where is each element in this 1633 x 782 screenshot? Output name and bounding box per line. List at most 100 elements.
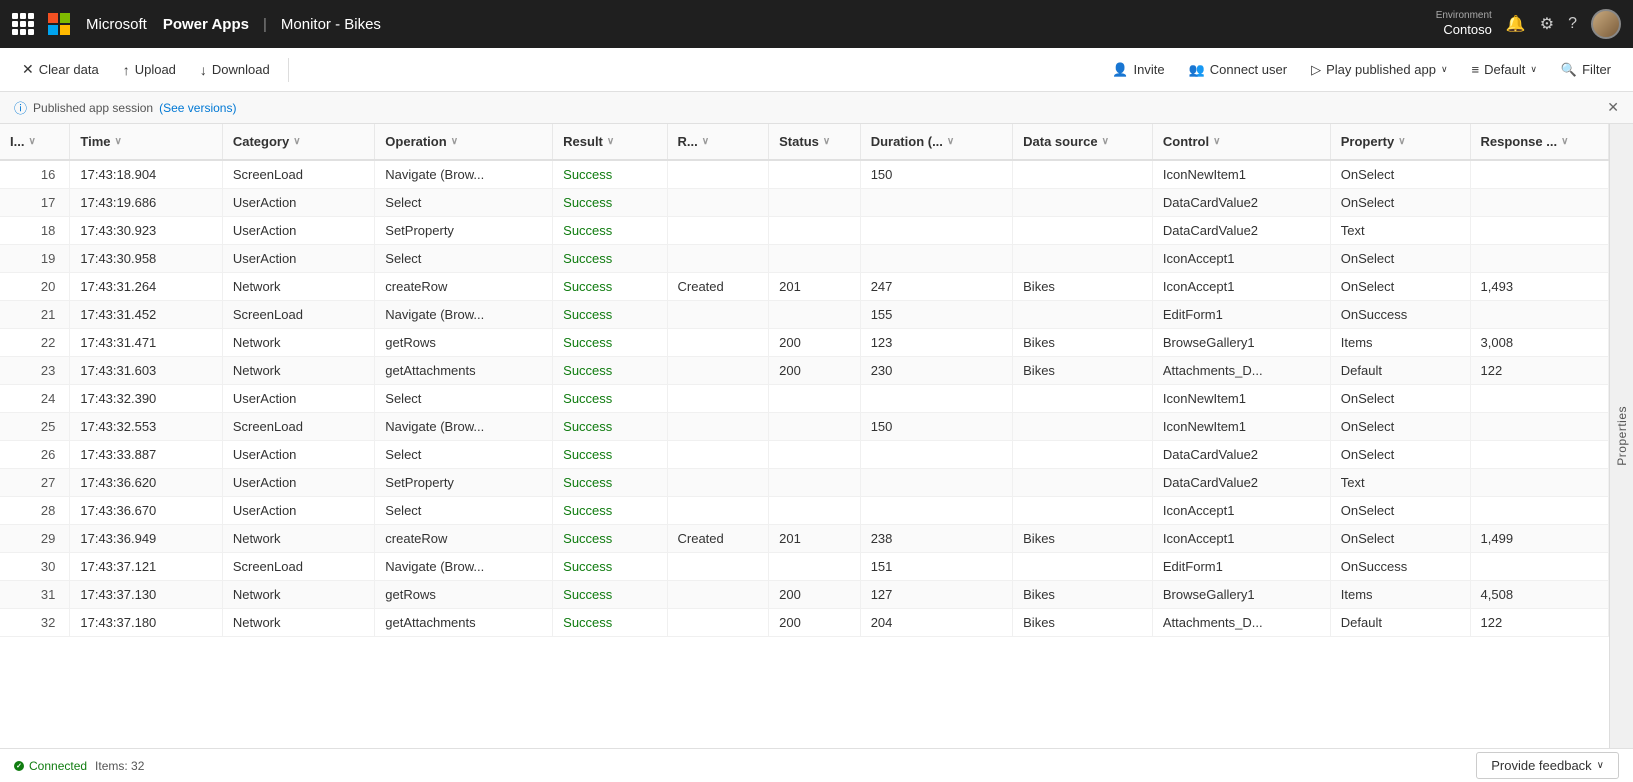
properties-panel-tab[interactable]: Properties (1609, 124, 1633, 748)
table-cell: Navigate (Brow... (375, 553, 553, 581)
duration-sort-icon: ∨ (947, 136, 954, 147)
connect-user-button[interactable]: 👥 Connect user (1179, 57, 1298, 83)
table-cell (667, 469, 769, 497)
time-sort-icon: ∨ (114, 136, 121, 147)
table-cell: 27 (0, 469, 70, 497)
col-duration[interactable]: Duration (...∨ (860, 124, 1012, 160)
col-status[interactable]: Status∨ (769, 124, 861, 160)
table-cell: 1,499 (1470, 525, 1608, 553)
table-row[interactable]: 2017:43:31.264NetworkcreateRowSuccessCre… (0, 273, 1609, 301)
table-cell: DataCardValue2 (1152, 217, 1330, 245)
col-datasource[interactable]: Data source∨ (1013, 124, 1153, 160)
table-row[interactable]: 1717:43:19.686UserActionSelectSuccessDat… (0, 189, 1609, 217)
table-row[interactable]: 2117:43:31.452ScreenLoadNavigate (Brow..… (0, 301, 1609, 329)
table-row[interactable]: 3217:43:37.180NetworkgetAttachmentsSucce… (0, 609, 1609, 637)
table-cell (1013, 413, 1153, 441)
col-control[interactable]: Control∨ (1152, 124, 1330, 160)
data-table-container[interactable]: I...∨ Time∨ Category∨ Operation∨ Result∨ (0, 124, 1609, 748)
see-versions-link[interactable]: (See versions) (159, 101, 236, 115)
table-cell: ScreenLoad (222, 301, 374, 329)
table-row[interactable]: 2817:43:36.670UserActionSelectSuccessIco… (0, 497, 1609, 525)
play-published-app-button[interactable]: ▷ Play published app ∨ (1301, 57, 1457, 83)
table-cell: DataCardValue2 (1152, 441, 1330, 469)
table-row[interactable]: 1917:43:30.958UserActionSelectSuccessIco… (0, 245, 1609, 273)
table-cell: 20 (0, 273, 70, 301)
col-response[interactable]: Response ...∨ (1470, 124, 1608, 160)
default-button[interactable]: ≡ Default ∨ (1462, 57, 1547, 82)
col-category[interactable]: Category∨ (222, 124, 374, 160)
table-row[interactable]: 1817:43:30.923UserActionSetPropertySucce… (0, 217, 1609, 245)
table-cell (1013, 189, 1153, 217)
table-cell: 201 (769, 273, 861, 301)
table-cell: 26 (0, 441, 70, 469)
table-cell: Select (375, 189, 553, 217)
clear-data-button[interactable]: ✕ Clear data (12, 56, 109, 83)
infobar-close-button[interactable]: ✕ (1607, 99, 1619, 116)
table-row[interactable]: 2917:43:36.949NetworkcreateRowSuccessCre… (0, 525, 1609, 553)
play-chevron-icon: ∨ (1441, 64, 1448, 75)
table-cell (1470, 245, 1608, 273)
table-cell: Navigate (Brow... (375, 301, 553, 329)
table-cell: IconNewItem1 (1152, 413, 1330, 441)
connection-status: Connected (14, 759, 87, 773)
table-cell: 30 (0, 553, 70, 581)
table-row[interactable]: 3117:43:37.130NetworkgetRowsSuccess20012… (0, 581, 1609, 609)
table-cell: SetProperty (375, 469, 553, 497)
table-cell (769, 301, 861, 329)
table-cell: 200 (769, 329, 861, 357)
table-cell (1013, 217, 1153, 245)
table-cell: 17:43:32.553 (70, 413, 222, 441)
table-row[interactable]: 3017:43:37.121ScreenLoadNavigate (Brow..… (0, 553, 1609, 581)
col-operation[interactable]: Operation∨ (375, 124, 553, 160)
table-row[interactable]: 2717:43:36.620UserActionSetPropertySucce… (0, 469, 1609, 497)
property-sort-icon: ∨ (1398, 136, 1405, 147)
table-cell (769, 469, 861, 497)
table-cell: Bikes (1013, 609, 1153, 637)
topbar-separator: | (263, 16, 267, 33)
table-cell: UserAction (222, 497, 374, 525)
download-button[interactable]: ↓ Download (190, 57, 280, 83)
table-row[interactable]: 2617:43:33.887UserActionSelectSuccessDat… (0, 441, 1609, 469)
invite-button[interactable]: 👤 Invite (1102, 57, 1174, 83)
col-r[interactable]: R...∨ (667, 124, 769, 160)
help-icon[interactable]: ? (1568, 15, 1577, 33)
table-cell (769, 385, 861, 413)
table-cell: 17:43:32.390 (70, 385, 222, 413)
settings-icon[interactable]: ⚙ (1540, 14, 1554, 34)
table-cell: 19 (0, 245, 70, 273)
table-cell (1013, 301, 1153, 329)
upload-button[interactable]: ↑ Upload (113, 57, 186, 83)
table-cell (667, 189, 769, 217)
environment-label: Environment (1436, 10, 1492, 22)
table-row[interactable]: 2417:43:32.390UserActionSelectSuccessIco… (0, 385, 1609, 413)
table-cell: 17:43:31.471 (70, 329, 222, 357)
table-cell: 127 (860, 581, 1012, 609)
col-property[interactable]: Property∨ (1330, 124, 1470, 160)
table-cell (769, 497, 861, 525)
table-cell (769, 441, 861, 469)
connected-label: Connected (29, 759, 87, 773)
table-row[interactable]: 2517:43:32.553ScreenLoadNavigate (Brow..… (0, 413, 1609, 441)
provide-feedback-button[interactable]: Provide feedback ∨ (1476, 752, 1619, 779)
table-row[interactable]: 2317:43:31.603NetworkgetAttachmentsSucce… (0, 357, 1609, 385)
table-cell (1013, 553, 1153, 581)
notification-icon[interactable]: 🔔 (1506, 14, 1526, 34)
table-cell: 247 (860, 273, 1012, 301)
col-time[interactable]: Time∨ (70, 124, 222, 160)
waffle-menu[interactable] (12, 13, 34, 35)
avatar[interactable] (1591, 9, 1621, 39)
col-id[interactable]: I...∨ (0, 124, 70, 160)
table-cell (1013, 245, 1153, 273)
table-cell: Success (553, 357, 667, 385)
filter-button[interactable]: 🔍 Filter (1551, 57, 1621, 83)
filter-label: Filter (1582, 62, 1611, 77)
table-cell (667, 329, 769, 357)
table-cell: createRow (375, 525, 553, 553)
table-cell: 200 (769, 357, 861, 385)
table-row[interactable]: 1617:43:18.904ScreenLoadNavigate (Brow..… (0, 160, 1609, 189)
table-row[interactable]: 2217:43:31.471NetworkgetRowsSuccess20012… (0, 329, 1609, 357)
table-cell (1013, 385, 1153, 413)
table-cell: Success (553, 273, 667, 301)
table-cell (860, 497, 1012, 525)
col-result[interactable]: Result∨ (553, 124, 667, 160)
